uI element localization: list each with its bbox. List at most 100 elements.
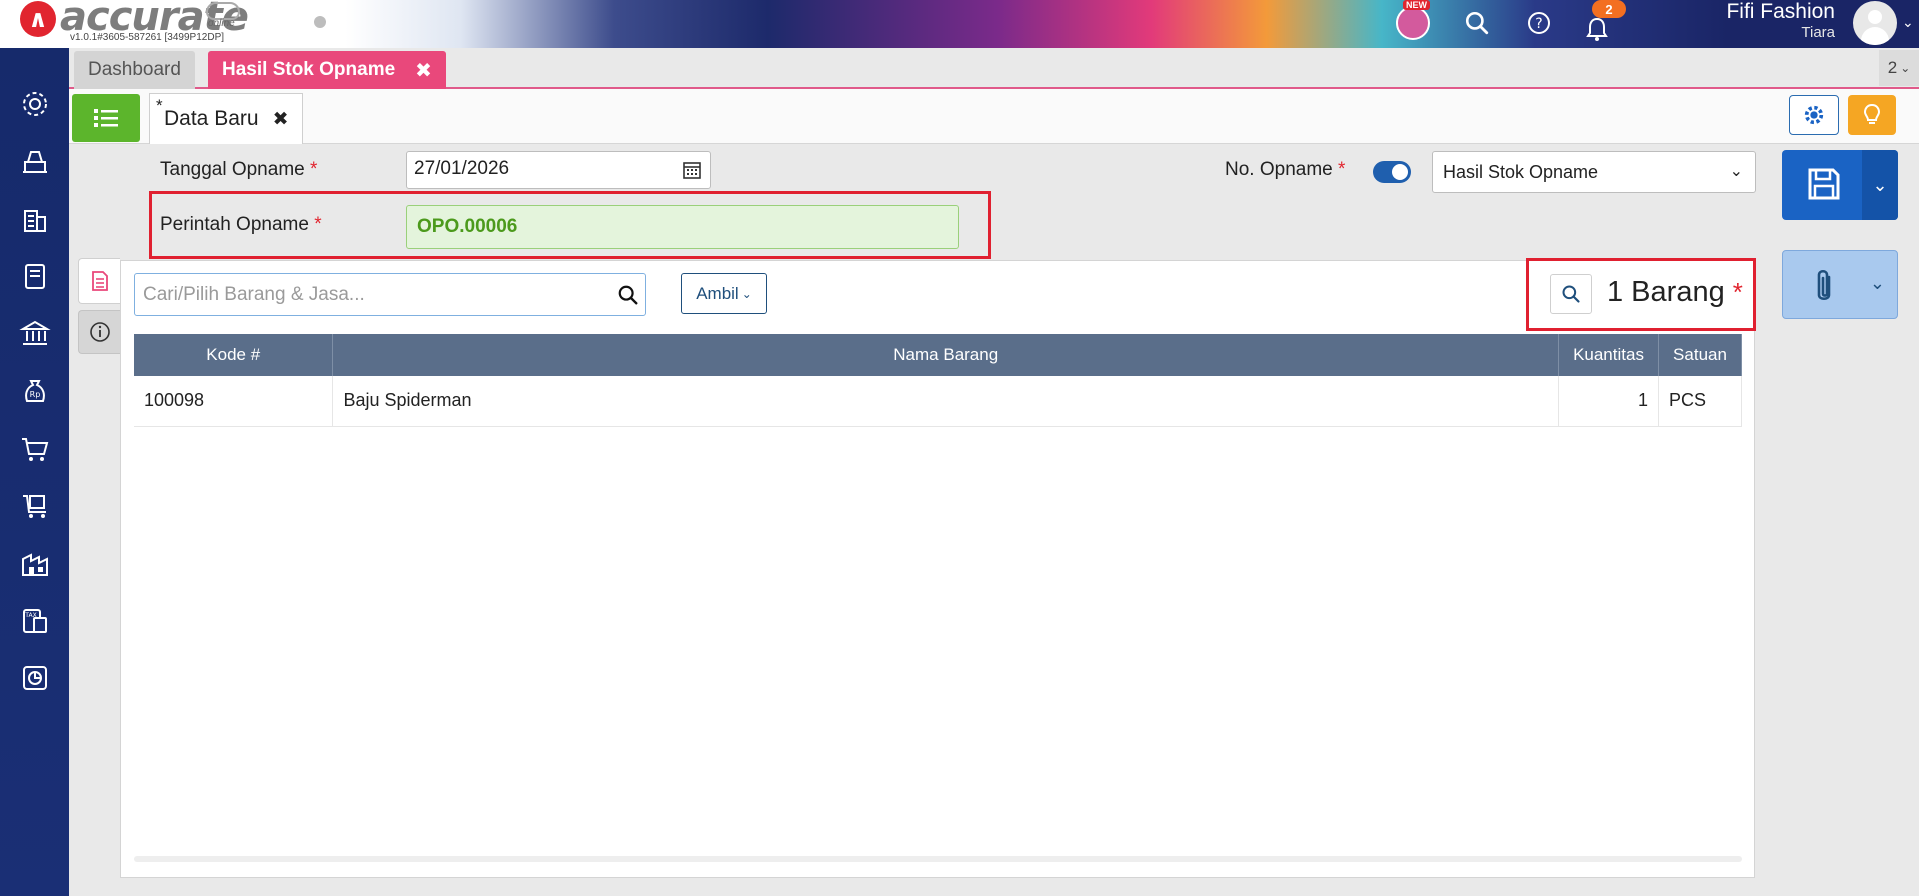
settings-gear-icon[interactable] — [17, 86, 53, 122]
tips-button[interactable] — [1848, 95, 1896, 135]
svg-text:Rp: Rp — [30, 390, 41, 399]
paperclip-icon — [1817, 269, 1831, 301]
tab-label: Dashboard — [88, 59, 181, 80]
report-chart-icon[interactable] — [17, 660, 53, 696]
save-button[interactable]: ⌄ — [1782, 150, 1898, 220]
cell-kuantitas: 1 — [1558, 376, 1659, 427]
subtab-label: Data Baru — [164, 107, 259, 130]
detail-items-tab[interactable] — [78, 258, 120, 304]
money-bag-icon[interactable]: Rp — [17, 373, 53, 409]
search-placeholder: Cari/Pilih Barang & Jasa... — [143, 284, 365, 305]
tab-data-baru[interactable]: * Data Baru ✖ — [149, 93, 304, 144]
col-kode[interactable]: Kode # — [134, 334, 334, 376]
chevron-down-icon: ⌄ — [1872, 174, 1888, 195]
auto-number-toggle[interactable] — [1373, 161, 1411, 183]
left-sidebar: Rp TAX — [0, 48, 69, 896]
label-text: Perintah Opname — [160, 214, 309, 235]
settings-button[interactable] — [1789, 95, 1839, 135]
cell-nama-barang: Baju Spiderman — [332, 376, 1560, 427]
table-row[interactable]: 100098 Baju Spiderman 1 PCS — [134, 376, 1742, 427]
cell-satuan: PCS — [1658, 376, 1742, 427]
ledger-book-icon[interactable] — [17, 258, 53, 294]
status-dot — [314, 16, 326, 28]
close-icon[interactable]: ✖ — [415, 58, 432, 83]
notification-count-badge: 2 — [1592, 0, 1626, 18]
items-table: Kode # Nama Barang Kuantitas Satuan 1000… — [134, 334, 1742, 427]
building-icon[interactable] — [17, 201, 53, 237]
tabs-more-dropdown[interactable]: 2 ⌄ — [1879, 50, 1919, 86]
save-disk-icon — [1808, 168, 1840, 200]
info-icon — [89, 322, 110, 342]
tab-label: Hasil Stok Opname — [222, 59, 396, 80]
order-value: OPO.00006 — [417, 216, 518, 237]
chevron-down-icon[interactable]: ⌄ — [1902, 14, 1914, 31]
perintah-opname-label: Perintah Opname * — [160, 214, 322, 236]
delivery-cart-icon[interactable] — [17, 488, 53, 524]
perintah-opname-field[interactable]: OPO.00006 — [406, 205, 959, 249]
version-label: v1.0.1#3605-587261 [3499P12DP] — [70, 32, 225, 43]
document-icon — [91, 271, 108, 291]
tanggal-opname-input[interactable]: 27/01/2026 — [406, 151, 711, 189]
table-header-row: Kode # Nama Barang Kuantitas Satuan — [134, 334, 1742, 376]
select-value: Hasil Stok Opname — [1443, 162, 1599, 182]
help-icon[interactable]: ? — [1522, 6, 1556, 40]
shopping-cart-icon[interactable] — [17, 431, 53, 467]
search-icon — [618, 285, 638, 305]
logo-mark-icon: ∧ — [20, 1, 56, 37]
label-text: Tanggal Opname — [160, 159, 305, 180]
required-mark: * — [1732, 277, 1743, 307]
item-search-input[interactable]: Cari/Pilih Barang & Jasa... — [134, 273, 646, 316]
gear-icon — [1804, 105, 1824, 125]
list-view-button[interactable] — [72, 94, 140, 142]
required-mark: * — [1338, 159, 1346, 180]
sub-toolbar: * Data Baru ✖ — [69, 89, 1919, 144]
close-icon[interactable]: ✖ — [273, 108, 289, 131]
lightbulb-icon — [1863, 103, 1881, 124]
new-badge: NEW — [1403, 0, 1430, 10]
tab-dashboard[interactable]: Dashboard — [74, 51, 195, 89]
warehouse-icon[interactable] — [17, 545, 53, 581]
count-text: 1 Barang — [1607, 276, 1725, 308]
tanggal-opname-label: Tanggal Opname * — [160, 159, 317, 181]
cell-kode: 100098 — [134, 376, 334, 427]
chevron-down-icon: ⌄ — [741, 286, 752, 301]
company-name: Fifi Fashion — [1726, 0, 1835, 23]
search-icon[interactable] — [1460, 6, 1494, 40]
user-avatar[interactable] — [1853, 1, 1897, 45]
search-items-button[interactable] — [1550, 274, 1592, 314]
required-mark: * — [310, 159, 318, 180]
chevron-down-icon: ⌄ — [1729, 163, 1743, 180]
col-nama-barang[interactable]: Nama Barang — [332, 334, 1560, 376]
unsaved-mark: * — [156, 96, 163, 115]
logo-subtext: online — [208, 18, 235, 29]
date-value: 27/01/2026 — [414, 158, 510, 179]
tabs-row: Dashboard Hasil Stok Opname ✖ 2 ⌄ — [69, 48, 1919, 89]
search-icon — [1562, 285, 1580, 303]
top-bar: ∧ accurate online v1.0.1#3605-587261 [34… — [0, 0, 1919, 48]
info-tab[interactable] — [78, 310, 120, 354]
no-opname-label: No. Opname * — [1225, 159, 1345, 181]
list-icon — [94, 109, 118, 127]
col-satuan[interactable]: Satuan — [1658, 334, 1742, 376]
tax-calculator-icon[interactable]: TAX — [17, 603, 53, 639]
col-kuantitas[interactable]: Kuantitas — [1558, 334, 1659, 376]
cash-register-icon[interactable] — [17, 144, 53, 180]
attachment-button[interactable]: ⌄ — [1782, 250, 1898, 319]
tab-hasil-stok-opname[interactable]: Hasil Stok Opname ✖ — [208, 51, 446, 89]
company-info[interactable]: Fifi Fashion Tiara — [1726, 0, 1835, 42]
user-name: Tiara — [1801, 24, 1835, 41]
save-options-dropdown[interactable]: ⌄ — [1862, 150, 1898, 220]
svg-text:?: ? — [1535, 16, 1542, 32]
ambil-label: Ambil — [696, 283, 739, 303]
no-opname-select[interactable]: Hasil Stok Opname ⌄ — [1432, 151, 1756, 193]
ambil-button[interactable]: Ambil ⌄ — [681, 273, 767, 314]
calendar-icon[interactable] — [682, 160, 702, 185]
tabs-more-count: 2 — [1887, 58, 1898, 77]
horizontal-scrollbar[interactable] — [134, 856, 1742, 862]
bank-icon[interactable] — [17, 315, 53, 351]
chevron-down-icon: ⌄ — [1900, 61, 1911, 75]
mascot-icon[interactable] — [1396, 6, 1430, 40]
svg-text:TAX: TAX — [24, 612, 36, 619]
item-count: 1 Barang * — [1607, 276, 1743, 309]
required-mark: * — [314, 214, 322, 235]
